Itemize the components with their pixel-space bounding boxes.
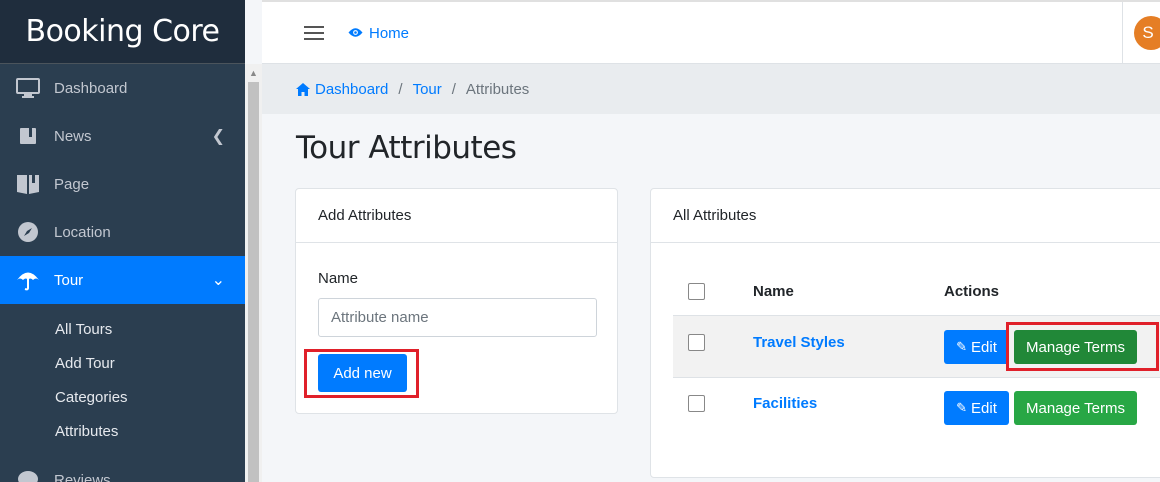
- attribute-name-input[interactable]: [318, 298, 597, 337]
- book-icon: [16, 125, 40, 147]
- sidebar-item-location[interactable]: Location: [0, 208, 245, 256]
- divider: [673, 377, 1160, 378]
- manage-terms-button[interactable]: Manage Terms: [1014, 391, 1137, 425]
- top-navbar: Home S: [262, 0, 1160, 66]
- page-icon: [16, 173, 40, 195]
- row-checkbox[interactable]: [688, 395, 705, 412]
- name-label: Name: [318, 270, 359, 287]
- sidebar-item-page[interactable]: Page: [0, 160, 245, 208]
- chevron-down-icon: ⌄: [211, 272, 225, 289]
- sidebar-scrollbar[interactable]: ▲: [245, 64, 262, 482]
- divider: [1122, 2, 1123, 66]
- attribute-link-travel-styles[interactable]: Travel Styles: [753, 334, 845, 351]
- home-link[interactable]: Home: [348, 25, 409, 42]
- brand-logo[interactable]: Booking Core: [0, 0, 245, 64]
- select-all-checkbox[interactable]: [688, 283, 705, 300]
- sidebar-item-label: Page: [54, 175, 90, 193]
- card-header: Add Attributes: [296, 189, 617, 243]
- edit-label: Edit: [971, 399, 997, 417]
- attribute-link-facilities[interactable]: Facilities: [753, 395, 817, 412]
- compass-icon: [16, 221, 40, 243]
- umbrella-icon: [16, 269, 40, 291]
- column-header-actions: Actions: [944, 283, 1000, 300]
- menu-toggle-icon[interactable]: [304, 26, 324, 44]
- breadcrumb-tour[interactable]: Tour: [413, 81, 442, 98]
- home-label: Home: [369, 25, 410, 42]
- user-avatar[interactable]: S: [1134, 16, 1160, 50]
- edit-label: Edit: [971, 338, 997, 356]
- sidebar-subitem-add-tour[interactable]: Add Tour: [0, 346, 245, 380]
- sidebar-item-label: News: [54, 127, 92, 145]
- edit-icon: ✎: [956, 400, 968, 415]
- breadcrumb-separator: /: [451, 80, 456, 98]
- comment-icon: [16, 469, 40, 482]
- sidebar-subitem-all-tours[interactable]: All Tours: [0, 312, 245, 346]
- breadcrumb-dashboard[interactable]: Dashboard: [315, 81, 388, 98]
- breadcrumb-separator: /: [398, 80, 403, 98]
- page-title: Tour Attributes: [296, 130, 517, 166]
- add-attributes-card: Add Attributes Name Add new: [295, 188, 618, 414]
- all-attributes-card: All Attributes Name Actions Travel Style…: [650, 188, 1160, 478]
- sidebar-item-news[interactable]: News ❮: [0, 112, 245, 160]
- breadcrumb: Dashboard / Tour / Attributes: [262, 64, 1160, 114]
- eye-icon: [348, 25, 363, 42]
- sidebar-item-label: Location: [54, 223, 111, 241]
- manage-terms-button[interactable]: Manage Terms: [1014, 330, 1137, 364]
- scroll-up-arrow-icon[interactable]: ▲: [249, 68, 258, 78]
- sidebar-item-label: Tour: [54, 271, 84, 289]
- row-checkbox[interactable]: [688, 334, 705, 351]
- sidebar-item-dashboard[interactable]: Dashboard: [0, 64, 245, 112]
- sidebar-item-label: Dashboard: [54, 79, 128, 97]
- sidebar-subitem-categories[interactable]: Categories: [0, 380, 245, 414]
- sidebar-item-reviews[interactable]: Reviews: [0, 456, 245, 482]
- tour-submenu: All Tours Add Tour Categories Attributes: [0, 304, 245, 456]
- scrollbar-thumb[interactable]: [248, 82, 259, 482]
- edit-button[interactable]: ✎ Edit: [944, 330, 1009, 364]
- add-new-button[interactable]: Add new: [318, 354, 407, 392]
- chevron-left-icon: ❮: [211, 128, 225, 145]
- home-icon: [296, 82, 310, 96]
- card-header: All Attributes: [651, 189, 1160, 243]
- edit-button[interactable]: ✎ Edit: [944, 391, 1009, 425]
- sidebar-item-tour[interactable]: Tour ⌄: [0, 256, 245, 304]
- breadcrumb-current: Attributes: [465, 80, 530, 98]
- sidebar: Booking Core Dashboard News ❮ Page Locat…: [0, 0, 245, 482]
- sidebar-item-label: Reviews: [54, 471, 111, 482]
- monitor-icon: [16, 77, 40, 99]
- edit-icon: ✎: [956, 339, 968, 354]
- sidebar-subitem-attributes[interactable]: Attributes: [0, 414, 245, 448]
- column-header-name: Name: [753, 283, 794, 300]
